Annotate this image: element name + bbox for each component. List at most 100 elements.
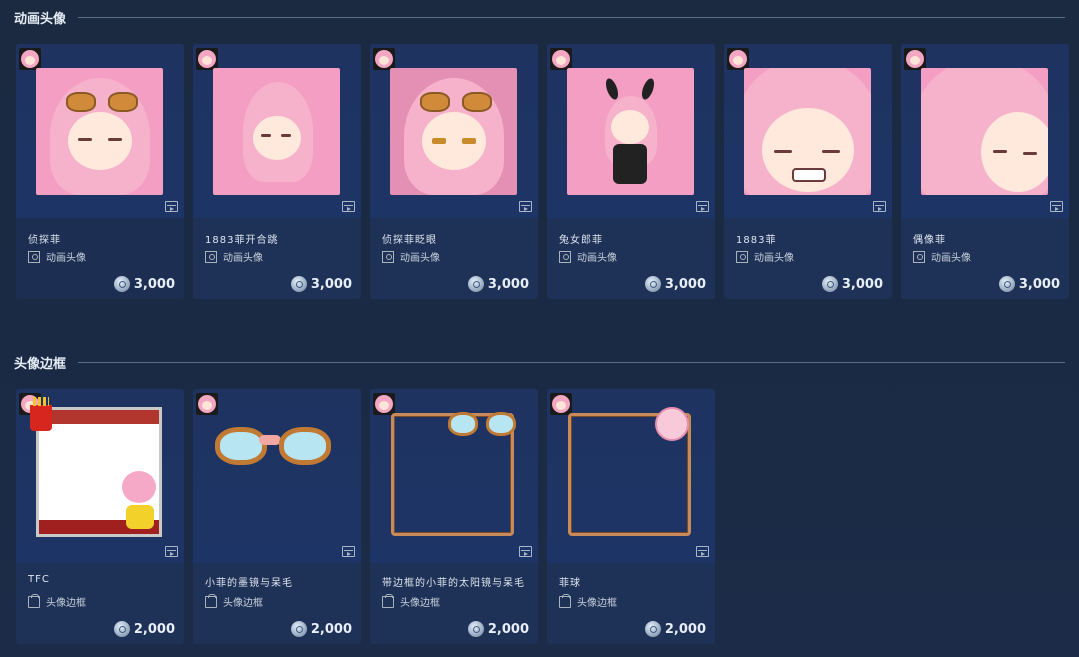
store-item-card[interactable]: TFC 头像边框 2,000 — [16, 389, 184, 644]
item-type-label: 动画头像 — [223, 253, 263, 264]
steam-points-coin-icon — [467, 276, 484, 292]
steam-points-coin-icon — [644, 276, 661, 292]
item-type-label: 头像边框 — [223, 598, 263, 609]
section-title: 头像边框 — [14, 356, 67, 372]
fries-icon — [30, 397, 52, 431]
item-price: 3,000 — [113, 276, 175, 292]
price-value: 2,000 — [664, 621, 706, 637]
goggles-icon — [448, 409, 518, 436]
video-icon — [165, 201, 178, 212]
animated-avatar-row: 侦探菲 动画头像 3,000 1883菲开合跳 动画头像 3,000 侦探菲眨眼… — [16, 44, 1069, 299]
frame-icon — [382, 593, 394, 608]
store-item-card[interactable]: 带边框的小菲的太阳镜与呆毛 头像边框 2,000 — [370, 389, 538, 644]
item-price: 3,000 — [998, 276, 1060, 292]
animated-avatar-image — [567, 68, 694, 195]
store-item-card[interactable]: 偶像菲 动画头像 3,000 — [901, 44, 1069, 299]
item-type-label: 头像边框 — [400, 598, 440, 609]
price-value: 2,000 — [487, 621, 529, 637]
item-art — [547, 389, 715, 563]
item-art — [16, 389, 184, 563]
video-icon — [519, 201, 532, 212]
video-icon — [342, 546, 355, 557]
animated-avatar-image — [36, 68, 163, 195]
portrait-icon — [382, 250, 394, 263]
section-title: 动画头像 — [14, 11, 67, 27]
animated-avatar-image — [213, 68, 340, 195]
steam-points-coin-icon — [821, 276, 838, 292]
item-type: 头像边框 — [28, 593, 86, 609]
steam-points-coin-icon — [644, 621, 661, 637]
portrait-icon — [28, 250, 40, 263]
item-art — [193, 389, 361, 563]
item-art — [16, 44, 184, 218]
item-art — [370, 389, 538, 563]
price-value: 3,000 — [1018, 276, 1060, 292]
price-value: 3,000 — [310, 276, 352, 292]
preview-avatar-icon — [196, 393, 218, 415]
store-item-card[interactable]: 兔女郎菲 动画头像 3,000 — [547, 44, 715, 299]
store-item-card[interactable]: 侦探菲 动画头像 3,000 — [16, 44, 184, 299]
store-item-card[interactable]: 1883菲 动画头像 3,000 — [724, 44, 892, 299]
item-type: 动画头像 — [736, 249, 794, 264]
section-divider — [78, 16, 1065, 18]
item-type-label: 头像边框 — [577, 598, 617, 609]
steam-points-coin-icon — [113, 621, 130, 637]
goggles-frame-image — [215, 419, 333, 465]
item-name: 小菲的墨镜与呆毛 — [205, 578, 293, 589]
item-name: 偶像菲 — [913, 235, 946, 246]
item-art — [724, 44, 892, 218]
item-name: 侦探菲 — [28, 235, 61, 246]
section-divider — [78, 361, 1065, 363]
item-type: 头像边框 — [205, 593, 263, 609]
store-item-card[interactable]: 菲球 头像边框 2,000 — [547, 389, 715, 644]
portrait-icon — [913, 250, 925, 263]
preview-avatar-icon — [19, 48, 41, 70]
video-icon — [696, 546, 709, 557]
preview-avatar-icon — [550, 393, 572, 415]
item-art — [547, 44, 715, 218]
frame-icon — [28, 593, 40, 608]
price-value: 3,000 — [487, 276, 529, 292]
steam-points-coin-icon — [998, 276, 1015, 292]
store-item-card[interactable]: 1883菲开合跳 动画头像 3,000 — [193, 44, 361, 299]
video-icon — [1050, 201, 1063, 212]
item-name: 1883菲开合跳 — [205, 235, 279, 246]
item-name: TFC — [28, 574, 50, 585]
frame-icon — [559, 593, 571, 608]
item-type-label: 动画头像 — [931, 253, 971, 264]
price-value: 2,000 — [310, 621, 352, 637]
price-value: 3,000 — [133, 276, 175, 292]
item-type: 动画头像 — [913, 249, 971, 264]
item-type: 动画头像 — [559, 249, 617, 264]
steam-points-coin-icon — [113, 276, 130, 292]
item-name: 兔女郎菲 — [559, 235, 603, 246]
animated-avatar-image — [921, 68, 1048, 195]
preview-avatar-icon — [904, 48, 926, 70]
portrait-icon — [205, 250, 217, 263]
item-price: 2,000 — [644, 621, 706, 637]
price-value: 3,000 — [664, 276, 706, 292]
item-price: 3,000 — [821, 276, 883, 292]
item-art — [193, 44, 361, 218]
preview-avatar-icon — [373, 48, 395, 70]
item-type: 动画头像 — [28, 249, 86, 264]
video-icon — [342, 201, 355, 212]
video-icon — [519, 546, 532, 557]
item-type: 头像边框 — [559, 593, 617, 609]
video-icon — [696, 201, 709, 212]
section-header-avatar-frames: 头像边框 — [0, 351, 1079, 373]
item-name: 带边框的小菲的太阳镜与呆毛 — [382, 578, 525, 589]
steam-points-coin-icon — [290, 276, 307, 292]
animated-avatar-image — [744, 68, 871, 195]
item-price: 2,000 — [467, 621, 529, 637]
item-type-label: 动画头像 — [46, 253, 86, 264]
video-icon — [873, 201, 886, 212]
store-item-card[interactable]: 小菲的墨镜与呆毛 头像边框 2,000 — [193, 389, 361, 644]
preview-avatar-icon — [196, 48, 218, 70]
preview-avatar-icon — [727, 48, 749, 70]
item-name: 1883菲 — [736, 235, 777, 246]
store-item-card[interactable]: 侦探菲眨眼 动画头像 3,000 — [370, 44, 538, 299]
price-value: 2,000 — [133, 621, 175, 637]
steam-points-coin-icon — [467, 621, 484, 637]
item-type-label: 头像边框 — [46, 598, 86, 609]
